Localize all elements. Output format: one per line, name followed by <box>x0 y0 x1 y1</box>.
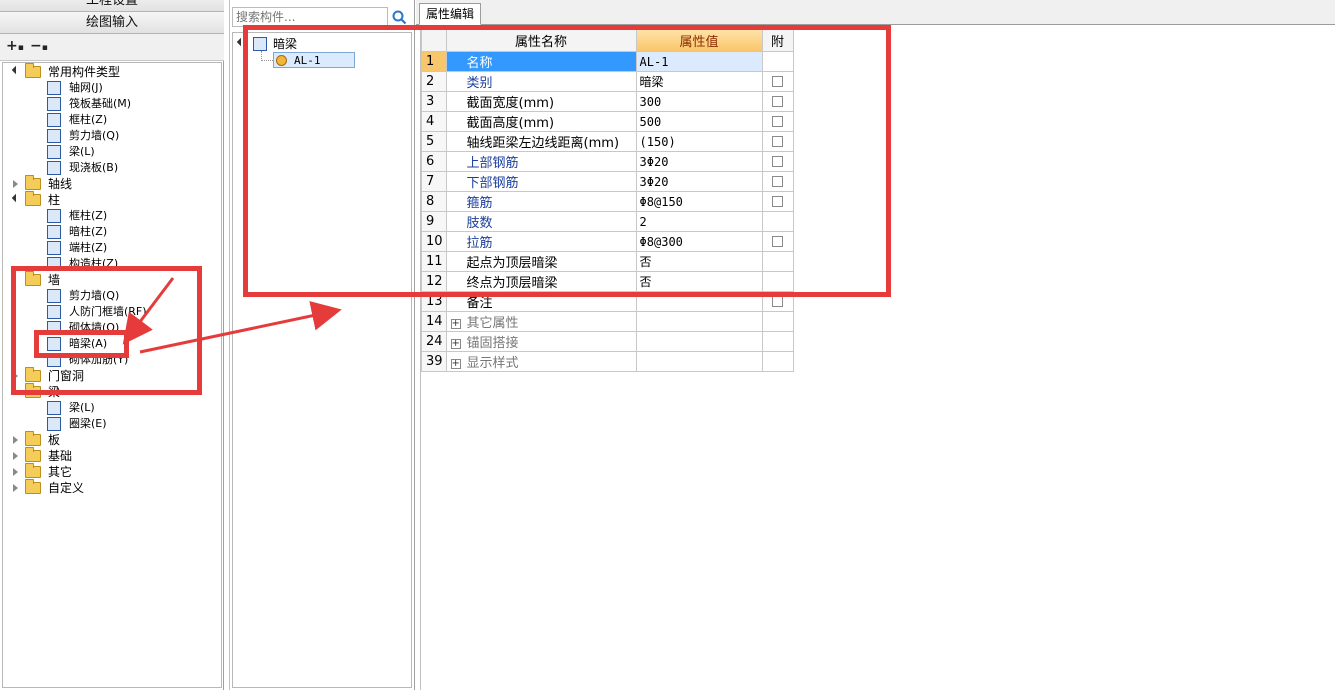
tab-bar: 属性编辑 <box>416 0 1335 25</box>
column-icon <box>47 225 61 239</box>
tree-folder[interactable]: 常用构件类型 <box>11 63 183 80</box>
row-number: 24 <box>421 331 447 352</box>
tree-item[interactable]: 剪力墙(Q) <box>43 128 213 144</box>
property-name-cell[interactable]: + 显示样式 <box>445 351 637 372</box>
expand-group-icon[interactable]: + <box>450 338 461 349</box>
tree-item[interactable]: 轴网(J) <box>43 80 213 96</box>
beam-icon <box>47 145 61 159</box>
tree-label: 端柱(Z) <box>69 241 108 254</box>
folder-icon <box>25 63 41 78</box>
tree-label: 轴线 <box>48 177 73 191</box>
folder-icon <box>25 447 41 462</box>
folder-icon <box>25 431 41 446</box>
row-number: 14 <box>421 311 447 332</box>
column-icon <box>47 113 61 127</box>
table-row[interactable]: 39 + 显示样式 <box>421 351 794 372</box>
property-value-cell[interactable] <box>635 351 763 372</box>
tree-label: 其它 <box>48 465 73 479</box>
tree-item[interactable]: 端柱(Z) <box>43 240 213 256</box>
property-name: 锚固搭接 <box>466 336 519 351</box>
tree-label: 梁(L) <box>69 145 95 158</box>
tree-label: 暗柱(Z) <box>69 225 108 238</box>
raft-icon <box>47 97 61 111</box>
tree-item[interactable]: 梁(L) <box>43 400 213 416</box>
tree-folder[interactable]: 板 <box>13 431 183 448</box>
table-row[interactable]: 14 + 其它属性 <box>421 311 794 332</box>
expand-all-icon[interactable]: +▪ <box>6 39 24 55</box>
column-icon <box>47 209 61 223</box>
property-name-cell[interactable]: + 其它属性 <box>445 311 637 332</box>
tree-folder[interactable]: 柱 <box>11 191 183 208</box>
collapse-all-icon[interactable]: −▪ <box>30 39 48 55</box>
column-icon <box>47 241 61 255</box>
tree-label: 基础 <box>48 449 73 463</box>
property-name-cell[interactable]: + 锚固搭接 <box>445 331 637 352</box>
tree-folder[interactable]: 自定义 <box>13 479 183 496</box>
tree-label: 梁(L) <box>69 401 95 414</box>
property-value-cell[interactable] <box>635 311 763 332</box>
tree-label: 常用构件类型 <box>48 65 121 79</box>
row-number: 39 <box>421 351 447 372</box>
property-name: 备注 <box>466 296 493 311</box>
search-input[interactable] <box>232 7 388 27</box>
folder-icon <box>25 479 41 494</box>
search-icon[interactable] <box>391 9 407 25</box>
beam-icon <box>47 401 61 415</box>
expand-arrow-icon[interactable] <box>13 180 18 188</box>
tree-toolbar: +▪ −▪ <box>0 34 224 61</box>
attach-cell[interactable] <box>761 351 794 372</box>
collapse-arrow-icon[interactable] <box>11 193 21 203</box>
tree-item[interactable]: 圈梁(E) <box>43 416 213 432</box>
ring-beam-icon <box>47 417 61 431</box>
slab-icon <box>47 161 61 175</box>
property-name: 显示样式 <box>466 356 519 371</box>
wall-icon <box>47 129 61 143</box>
property-value-cell[interactable] <box>635 331 763 352</box>
tree-label: 筏板基础(M) <box>69 97 132 110</box>
tree-folder[interactable]: 基础 <box>13 447 183 464</box>
tree-label: 框柱(Z) <box>69 209 108 222</box>
annotation-box-properties <box>243 25 891 297</box>
tree-label: 轴网(J) <box>69 81 103 94</box>
tree-label: 圈梁(E) <box>69 417 107 430</box>
collapse-arrow-icon[interactable] <box>11 65 21 75</box>
tree-label: 自定义 <box>48 481 85 495</box>
grid-icon <box>47 81 61 95</box>
expand-arrow-icon[interactable] <box>13 468 18 476</box>
tree-item[interactable]: 梁(L) <box>43 144 213 160</box>
tree-label: 现浇板(B) <box>69 161 119 174</box>
tree-item[interactable]: 筏板基础(M) <box>43 96 213 112</box>
attach-cell[interactable] <box>761 311 794 332</box>
tree-item[interactable]: 暗柱(Z) <box>43 224 213 240</box>
tree-item[interactable]: 现浇板(B) <box>43 160 213 176</box>
tree-label: 板 <box>48 433 61 447</box>
tree-label: 剪力墙(Q) <box>69 129 120 142</box>
folder-icon <box>25 191 41 206</box>
expand-group-icon[interactable]: + <box>450 318 461 329</box>
table-row[interactable]: 24 + 锚固搭接 <box>421 331 794 352</box>
property-name: 其它属性 <box>466 316 519 331</box>
expand-arrow-icon[interactable] <box>13 484 18 492</box>
drawing-input-header[interactable]: 绘图输入 <box>0 12 224 34</box>
attach-cell[interactable] <box>761 331 794 352</box>
tree-folder[interactable]: 轴线 <box>13 175 183 192</box>
expand-arrow-icon[interactable] <box>13 436 18 444</box>
tree-label: 柱 <box>48 193 61 207</box>
folder-icon <box>25 175 41 190</box>
tree-folder[interactable]: 其它 <box>13 463 183 480</box>
tree-item[interactable]: 框柱(Z) <box>43 112 213 128</box>
expand-group-icon[interactable]: + <box>450 358 461 369</box>
project-settings-header[interactable]: 工程设置 <box>0 0 224 12</box>
attach-checkbox[interactable] <box>772 296 784 307</box>
folder-icon <box>25 463 41 478</box>
tree-item[interactable]: 框柱(Z) <box>43 208 213 224</box>
tree-label: 框柱(Z) <box>69 113 108 126</box>
annotation-box-hidden-beam <box>34 330 129 358</box>
tab-property-edit[interactable]: 属性编辑 <box>419 3 482 25</box>
expand-arrow-icon[interactable] <box>13 452 18 460</box>
